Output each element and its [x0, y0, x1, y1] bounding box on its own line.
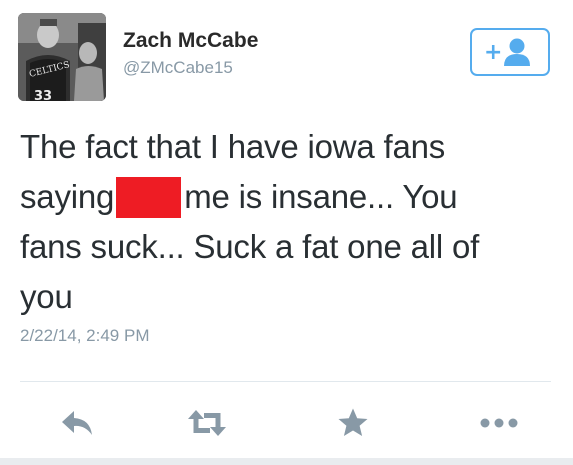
retweet-icon — [188, 410, 226, 436]
author-handle[interactable]: @ZMcCabe15 — [123, 58, 233, 78]
tweet-timestamp[interactable]: 2/22/14, 2:49 PM — [20, 326, 149, 346]
actions-divider — [20, 381, 551, 382]
tweet-text-segment: saying — [20, 178, 115, 215]
tweet-text-line: The fact that I have iowa fans — [20, 122, 550, 172]
follow-person-plus-icon: + — [484, 38, 530, 66]
profile-photo: CELTICS 33 — [18, 13, 106, 101]
card-bottom-edge — [0, 458, 573, 465]
follow-plus-glyph: + — [484, 40, 502, 65]
tweet-text-segment: The fact that I have iowa fans — [20, 128, 446, 165]
tweet-text-segment: fans suck... Suck a fat one all of — [20, 228, 480, 265]
redaction-box — [116, 177, 182, 218]
tweet-text: The fact that I have iowa fans saying me … — [20, 122, 550, 322]
more-button[interactable] — [477, 405, 521, 441]
avatar[interactable]: CELTICS 33 — [18, 13, 106, 101]
retweet-button[interactable] — [185, 405, 229, 441]
star-icon — [338, 408, 368, 436]
jersey-number: 33 — [34, 89, 52, 101]
tweet-text-line: saying me is insane... You — [20, 172, 550, 222]
tweet-text-line: fans suck... Suck a fat one all of — [20, 222, 550, 272]
tweet-text-segment: me is insane... You — [184, 178, 458, 215]
more-dots-icon — [480, 418, 518, 428]
tweet-card: CELTICS 33 Zach McCabe @ZMcCabe15 + The … — [0, 0, 573, 465]
tweet-text-line: you — [20, 272, 550, 322]
favorite-button[interactable] — [331, 405, 375, 441]
reply-button[interactable] — [55, 405, 99, 441]
follow-button[interactable]: + — [470, 28, 550, 76]
tweet-text-segment: you — [20, 278, 73, 315]
reply-icon — [62, 411, 92, 435]
author-display-name[interactable]: Zach McCabe — [123, 29, 258, 53]
